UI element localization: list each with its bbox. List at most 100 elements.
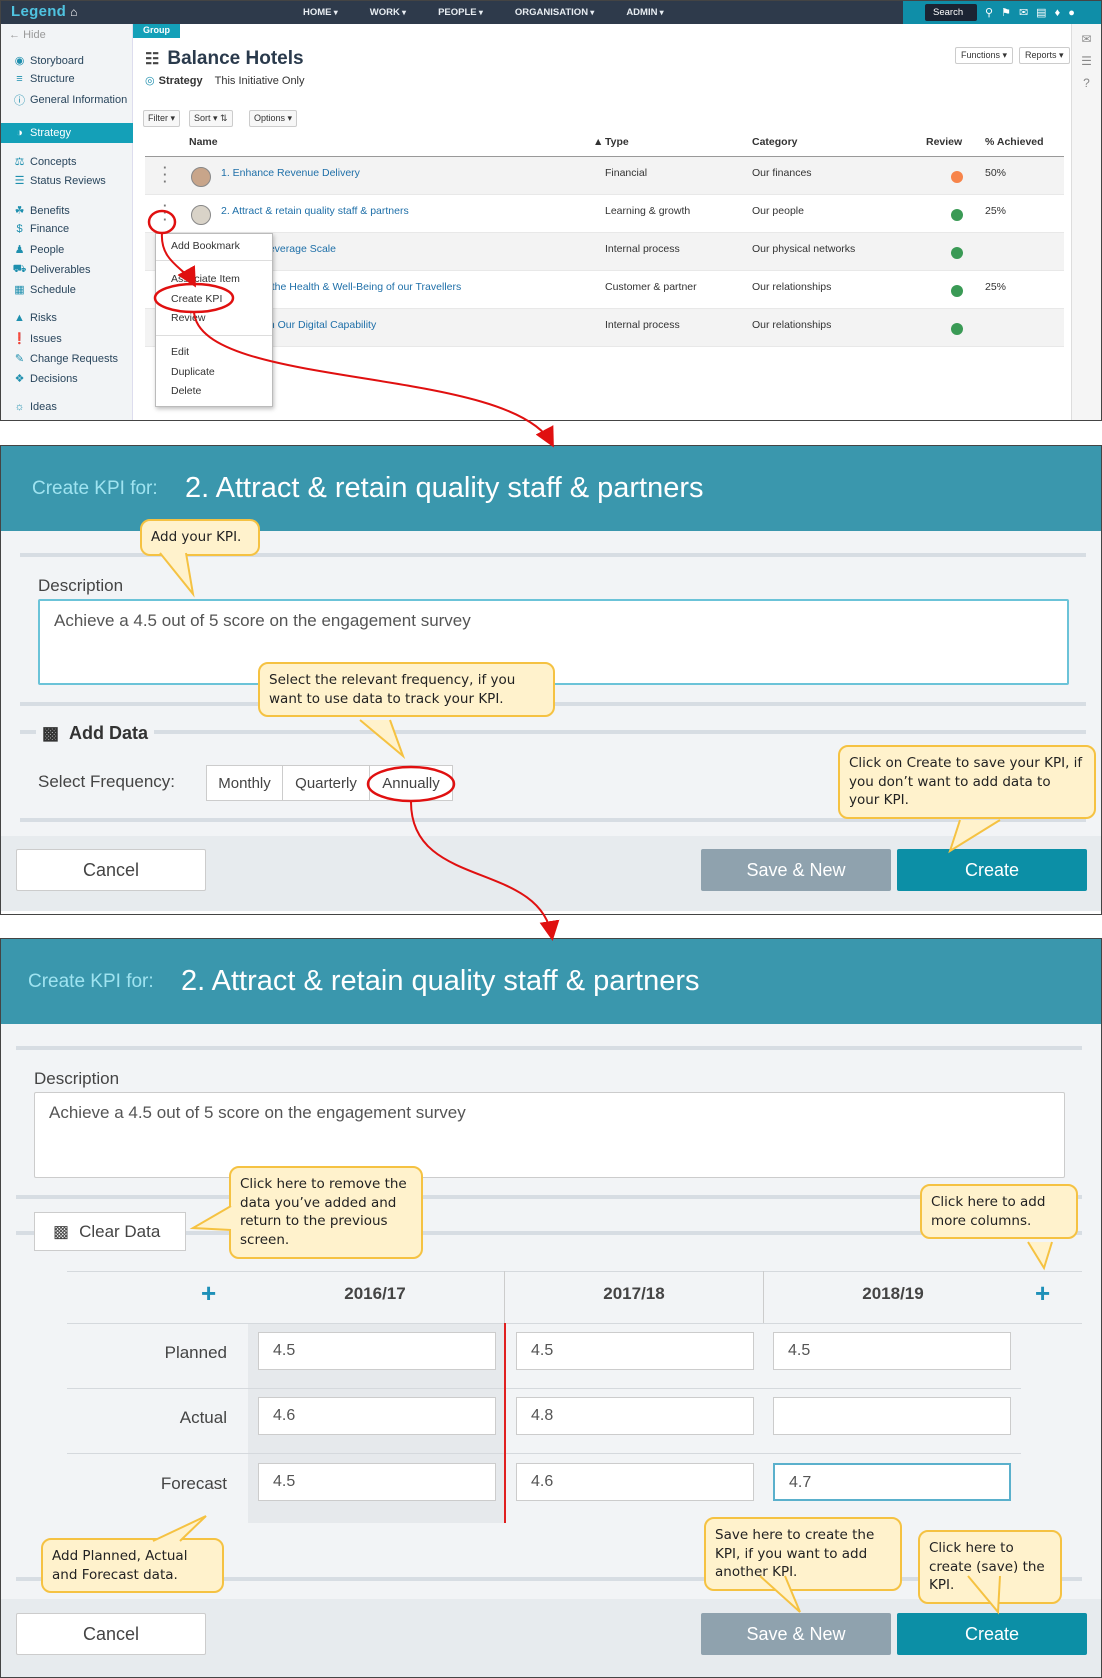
- description-field[interactable]: Achieve a 4.5 out of 5 score on the enga…: [34, 1092, 1065, 1178]
- comment-icon[interactable]: ✉: [1072, 32, 1101, 46]
- frequency-monthly[interactable]: Monthly: [206, 765, 283, 801]
- hide-sidebar-button[interactable]: ← Hide: [9, 29, 46, 41]
- sidebar-item-general-information[interactable]: ⓘ General Information: [9, 92, 127, 108]
- sidebar-item-people[interactable]: ♟ People: [9, 243, 65, 257]
- save-new-button[interactable]: Save & New: [701, 1613, 891, 1655]
- actual-2018-input[interactable]: [773, 1397, 1011, 1435]
- sidebar-item-schedule[interactable]: ▦ Schedule: [9, 283, 76, 297]
- review-status-dot: [951, 285, 963, 297]
- create-button[interactable]: Create: [897, 849, 1087, 891]
- filter-label: Filter: [148, 113, 168, 123]
- reports-dropdown[interactable]: Reports ▾: [1019, 47, 1070, 64]
- bookmark-icon[interactable]: ⚑: [1001, 6, 1011, 19]
- review-status-dot: [951, 209, 963, 221]
- sidebar-item-strategy[interactable]: ◑ Strategy: [1, 123, 133, 143]
- menu-add-bookmark[interactable]: Add Bookmark: [171, 240, 240, 252]
- list-icon: ☰: [14, 175, 25, 187]
- row-label-actual: Actual: [179, 1408, 227, 1427]
- col-type[interactable]: Type: [605, 136, 629, 148]
- col-name[interactable]: Name: [189, 136, 218, 148]
- menu-duplicate[interactable]: Duplicate: [171, 366, 215, 378]
- table-row[interactable]: e the Health & Well-Being of our Travell…: [145, 271, 1064, 309]
- create-button[interactable]: Create: [897, 1613, 1087, 1655]
- help-icon[interactable]: ?: [1072, 76, 1101, 90]
- dialog-header: Create KPI for: 2. Attract & retain qual…: [1, 939, 1101, 1024]
- table-row[interactable]: · · · 2. Attract & retain quality staff & …: [145, 195, 1064, 233]
- menu-associate-item[interactable]: Associate Item: [171, 273, 240, 285]
- row-name-link[interactable]: 2. Attract & retain quality staff & part…: [221, 205, 409, 217]
- col-review[interactable]: Review: [926, 136, 962, 148]
- add-column-left-icon[interactable]: +: [201, 1278, 216, 1309]
- search-input[interactable]: Search: [925, 4, 977, 21]
- cancel-button[interactable]: Cancel: [16, 1613, 206, 1655]
- search-icon[interactable]: ⚲: [985, 6, 993, 19]
- actual-2016-input[interactable]: 4.6: [258, 1397, 496, 1435]
- row-name-link[interactable]: en Our Digital Capability: [263, 319, 376, 331]
- col-category[interactable]: Category: [752, 136, 798, 148]
- sidebar-item-issues[interactable]: ❗ Issues: [9, 332, 62, 346]
- row-achieved: 25%: [985, 281, 1007, 293]
- sidebar-item-change-requests[interactable]: ✎ Change Requests: [9, 352, 118, 366]
- planned-2017-input[interactable]: 4.5: [516, 1332, 754, 1370]
- planned-2016-input[interactable]: 4.5: [258, 1332, 496, 1370]
- nav-work[interactable]: WORK: [370, 7, 406, 18]
- home-icon[interactable]: ⌂: [70, 5, 78, 19]
- frequency-quarterly[interactable]: Quarterly: [282, 765, 370, 801]
- forecast-2016-input[interactable]: 4.5: [258, 1463, 496, 1501]
- menu-review[interactable]: Review: [171, 312, 205, 324]
- user-icon[interactable]: ●: [1068, 7, 1075, 19]
- filter-dropdown[interactable]: Filter ▾: [143, 110, 181, 127]
- row-name-link[interactable]: e the Health & Well-Being of our Travell…: [263, 281, 461, 293]
- options-dropdown[interactable]: Options ▾: [249, 110, 298, 127]
- sort-dropdown[interactable]: Sort ▾ ⇅: [189, 110, 233, 127]
- table-row[interactable]: en Our Digital Capability Internal proce…: [145, 309, 1064, 347]
- review-status-dot: [951, 323, 963, 335]
- nav-home[interactable]: HOME: [303, 7, 338, 18]
- sidebar-item-storyboard[interactable]: ◉ Storyboard: [9, 54, 84, 68]
- callout-create: Click here to create (save) the KPI.: [918, 1530, 1062, 1604]
- menu-create-kpi[interactable]: Create KPI: [171, 293, 222, 305]
- nav-organisation[interactable]: ORGANISATION: [515, 7, 594, 18]
- sidebar-item-structure[interactable]: ≡ Structure: [9, 73, 74, 85]
- sidebar-item-deliverables[interactable]: ⛟ Deliverables: [9, 263, 91, 277]
- save-new-button[interactable]: Save & New: [701, 849, 891, 891]
- row-type: Customer & partner: [605, 281, 697, 293]
- planned-2018-input[interactable]: 4.5: [773, 1332, 1011, 1370]
- reports-label: Reports: [1025, 50, 1057, 60]
- sidebar-item-status-reviews[interactable]: ☰ Status Reviews: [9, 174, 106, 188]
- sidebar-item-label: Concepts: [30, 155, 77, 168]
- section-divider: [20, 730, 1086, 734]
- frequency-annually[interactable]: Annually: [369, 765, 453, 801]
- sidebar-item-ideas[interactable]: ☼ Ideas: [9, 401, 56, 413]
- table-row[interactable]: · · · 1. Enhance Revenue Delivery Financia…: [145, 157, 1064, 195]
- row-menu-icon[interactable]: · · ·: [163, 161, 167, 188]
- cancel-button[interactable]: Cancel: [16, 849, 206, 891]
- nav-admin[interactable]: ADMIN: [626, 7, 663, 18]
- menu-delete[interactable]: Delete: [171, 385, 201, 397]
- row-name-link[interactable]: Leverage Scale: [263, 243, 336, 255]
- forecast-2018-input[interactable]: 4.7: [773, 1463, 1011, 1501]
- nav-people[interactable]: PEOPLE: [438, 7, 483, 18]
- table-row[interactable]: Leverage Scale Internal process Our phys…: [145, 233, 1064, 271]
- row-name-link[interactable]: 1. Enhance Revenue Delivery: [221, 167, 360, 179]
- bell-icon[interactable]: ♦: [1055, 7, 1061, 19]
- sort-asc-icon[interactable]: ▲: [593, 136, 603, 148]
- list-icon[interactable]: ☰: [1072, 54, 1101, 68]
- sidebar-item-concepts[interactable]: ⚖ Concepts: [9, 155, 77, 169]
- chat-icon[interactable]: ✉: [1019, 6, 1028, 19]
- forecast-2017-input[interactable]: 4.6: [516, 1463, 754, 1501]
- document-icon[interactable]: ▤: [1036, 6, 1046, 19]
- functions-dropdown[interactable]: Functions ▾: [955, 47, 1014, 64]
- menu-edit[interactable]: Edit: [171, 346, 189, 358]
- col-achieved[interactable]: % Achieved: [985, 136, 1044, 148]
- sidebar-item-benefits[interactable]: ☘ Benefits: [9, 204, 70, 218]
- clear-data-button[interactable]: ▩ Clear Data: [34, 1212, 186, 1251]
- sidebar-item-risks[interactable]: ▲ Risks: [9, 312, 57, 324]
- app-logo[interactable]: Legend ⌂: [11, 3, 78, 20]
- sidebar-item-decisions[interactable]: ❖ Decisions: [9, 372, 78, 386]
- sidebar-item-finance[interactable]: $ Finance: [9, 223, 69, 235]
- row-menu-icon[interactable]: · · ·: [163, 199, 167, 226]
- add-column-right-icon[interactable]: +: [1035, 1278, 1050, 1309]
- callout-clear-data: Click here to remove the data you’ve add…: [229, 1166, 423, 1259]
- actual-2017-input[interactable]: 4.8: [516, 1397, 754, 1435]
